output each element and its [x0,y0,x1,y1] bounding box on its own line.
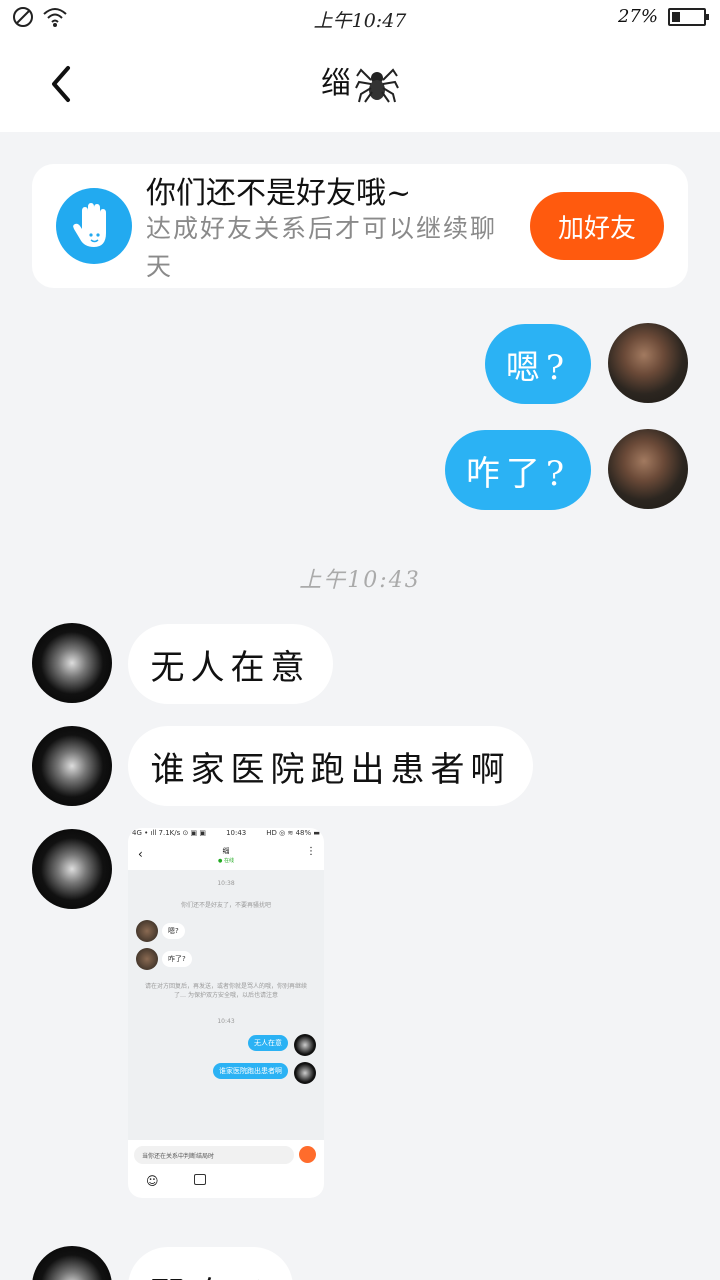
thumb-system-line: 你们还不是好友了，不要再骚扰吧 [180,902,271,909]
battery-fill [672,11,681,22]
thumb-send-icon [299,1146,316,1163]
hand-wave-icon [56,188,132,264]
thumb-input-bar: 当你还在关系中判断结局时 ☺ [128,1140,324,1198]
thumb-title: 缁 ● 在线 [128,846,324,864]
thumb-bubble: 嗯? [162,923,185,939]
thumb-time: 10:38 [217,880,235,887]
message-bubble-out[interactable]: 咋了? [445,430,591,510]
thumb-avatar [136,948,158,970]
chat-title: 缁 [0,58,720,112]
thumb-subtitle: ● 在线 [218,858,234,864]
image-icon [194,1174,206,1185]
thumb-bubble: 谁家医院跑出患者啊 [213,1063,288,1079]
message-bubble-out[interactable]: 嗯? [485,324,591,404]
status-icons-right: 27% [617,6,709,27]
spider-emoji-icon [355,58,399,112]
status-bar: 上午10:47 27% [0,0,720,36]
my-avatar[interactable] [608,323,688,403]
message-timestamp: 上午10:43 [299,568,421,593]
thumb-avatar [136,920,158,942]
my-avatar[interactable] [608,429,688,509]
thumb-header: ‹ 缁 ● 在线 ⋮ [128,840,324,870]
chat-header: 缁 [0,36,720,132]
emoji-face-icon: ☺ [146,1174,159,1188]
battery-icon [668,7,709,26]
message-bubble-in[interactable]: 那咋了 [128,1247,293,1280]
thumb-more-icon: ⋮ [306,846,316,857]
message-bubble-in[interactable]: 无人在意 [128,624,333,704]
thumb-bubble: 无人在意 [248,1035,288,1051]
notice-headline: 你们还不是好友哦~ [146,176,412,211]
thumb-status-bar: 4G • ıll 7.1K/s ⊙ ▣ ▣ 10:43 HD ◎ ≋ 48% ▬ [128,828,324,840]
message-bubble-in[interactable]: 谁家医院跑出患者啊 [128,726,533,806]
contact-avatar[interactable] [32,1246,112,1280]
thumb-avatar [294,1062,316,1084]
image-message-screenshot[interactable]: 4G • ıll 7.1K/s ⊙ ▣ ▣ 10:43 HD ◎ ≋ 48% ▬… [128,828,324,1198]
add-friend-button[interactable]: 加好友 [530,192,664,260]
chat-title-text: 缁 [321,66,351,101]
contact-avatar[interactable] [32,623,112,703]
notice-subtext: 达成好友关系后才可以继续聊天 [146,214,498,281]
thumb-input-field: 当你还在关系中判断结局时 [134,1146,294,1164]
thumb-status-right: HD ◎ ≋ 48% ▬ [266,829,320,837]
battery-percent: 27% [617,6,658,27]
thumb-status-time: 10:43 [226,829,247,837]
thumb-title-text: 缁 [222,847,230,855]
status-time: 上午10:47 [313,10,407,32]
thumb-bubble: 咋了? [162,951,192,967]
contact-avatar[interactable] [32,726,112,806]
thumb-avatar [294,1034,316,1056]
thumb-status-left: 4G • ıll 7.1K/s ⊙ ▣ ▣ [132,829,207,837]
thumb-note: 请在对方回复后，再发送，或者你就是骂人的哦，你别再继续了… 为保护双方安全哦，以… [144,983,307,999]
not-friends-notice: 你们还不是好友哦~ 达成好友关系后才可以继续聊天 加好友 [32,164,688,288]
contact-avatar[interactable] [32,829,112,909]
thumb-time: 10:43 [217,1018,235,1025]
